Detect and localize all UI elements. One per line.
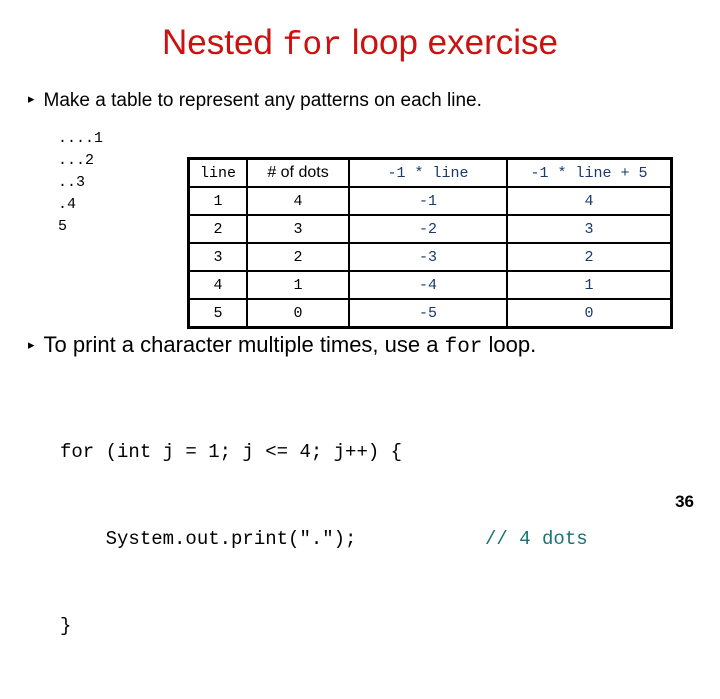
cell-expr: -1 [348,186,508,216]
table-body: 1 4 -1 4 2 3 -2 3 3 2 -3 2 4 1 -4 1 5 0 … [187,186,673,329]
title-keyword-for: for [282,27,343,64]
bullet-2-keyword-for: for [444,336,483,359]
bullet-triangle-icon: ▸ [28,91,35,106]
cell-line: 1 [187,186,248,216]
bullet-item-1: ▸ Make a table to represent any patterns… [28,90,482,112]
table-header-neg-line-plus-5: -1 * line + 5 [506,157,673,188]
table-row: 3 2 -3 2 [187,242,673,272]
cell-expr: -3 [348,242,508,272]
slide-canvas: Nested for loop exercise ▸ Make a table … [0,0,720,637]
cell-dots: 2 [246,242,350,272]
table-header-row: line # of dots -1 * line -1 * line + 5 [187,157,673,188]
code-line-3: } [60,615,72,637]
cell-line: 2 [187,214,248,244]
cell-expr5: 2 [506,242,673,272]
table-row: 5 0 -5 0 [187,298,673,329]
table-row: 4 1 -4 1 [187,270,673,300]
cell-expr5: 0 [506,298,673,329]
bullet-2-text-post: loop. [482,332,537,357]
code-line-1: for (int j = 1; j <= 4; j++) { [60,441,403,463]
cell-expr: -4 [348,270,508,300]
cell-expr5: 4 [506,186,673,216]
title-text-pre: Nested [162,23,283,62]
cell-dots: 0 [246,298,350,329]
table-header-line: line [187,157,248,188]
dot-pattern-figure: ....1 ...2 ..3 .4 5 [58,130,104,235]
bullet-item-2-label: To print a character multiple times, use… [44,332,537,359]
table-header-num-dots: # of dots [246,157,350,188]
cell-expr: -2 [348,214,508,244]
table-row: 1 4 -1 4 [187,186,673,216]
cell-expr5: 3 [506,214,673,244]
cell-dots: 1 [246,270,350,300]
bullet-item-1-label: Make a table to represent any patterns o… [44,90,482,112]
bullet-2-text-pre: To print a character multiple times, use… [43,332,445,357]
cell-line: 3 [187,242,248,272]
code-line-2: System.out.print("."); [60,528,357,550]
cell-dots: 4 [246,186,350,216]
bullet-triangle-icon: ▸ [28,337,35,352]
page-title: Nested for loop exercise [0,22,720,67]
cell-expr: -5 [348,298,508,329]
bullet-1-text-pre: Make a table to represent any patterns o… [43,90,482,111]
cell-line: 4 [187,270,248,300]
table-row: 2 3 -2 3 [187,214,673,244]
bullet-item-2: ▸ To print a character multiple times, u… [28,332,536,359]
page-number: 36 [675,492,694,511]
cell-expr5: 1 [506,270,673,300]
title-text-post: loop exercise [342,23,558,62]
table-header-neg-line: -1 * line [348,157,508,188]
pattern-table: line # of dots -1 * line -1 * line + 5 1… [187,157,673,329]
cell-dots: 3 [246,214,350,244]
table-head: line # of dots -1 * line -1 * line + 5 [187,157,673,188]
cell-line: 5 [187,298,248,329]
